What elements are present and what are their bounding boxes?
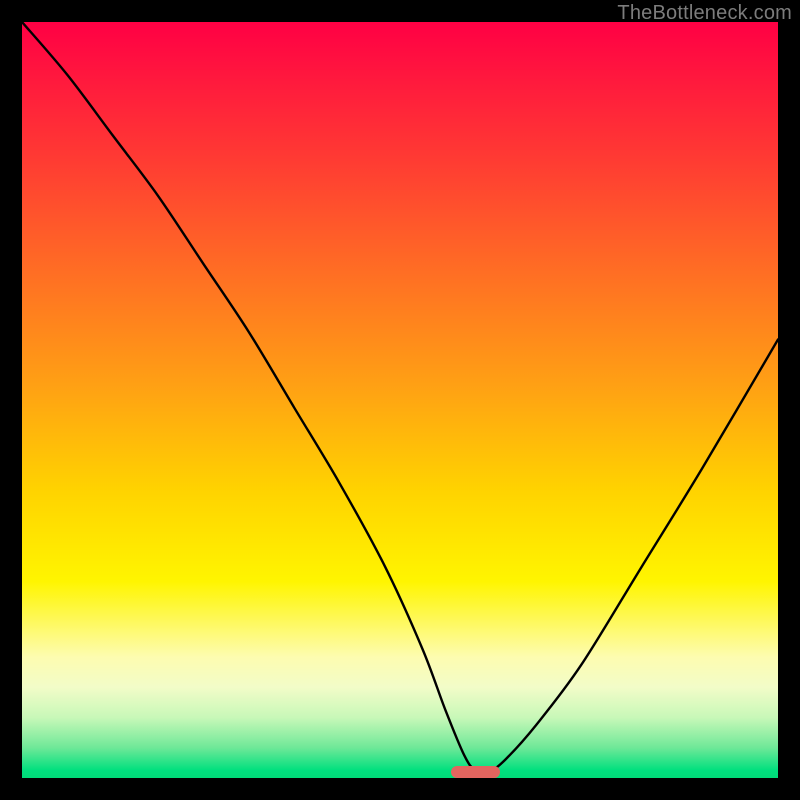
plot-area [22, 22, 778, 778]
bottleneck-curve [22, 22, 778, 778]
chart-frame: TheBottleneck.com [0, 0, 800, 800]
optimal-marker [451, 766, 500, 778]
watermark-text: TheBottleneck.com [617, 2, 792, 25]
